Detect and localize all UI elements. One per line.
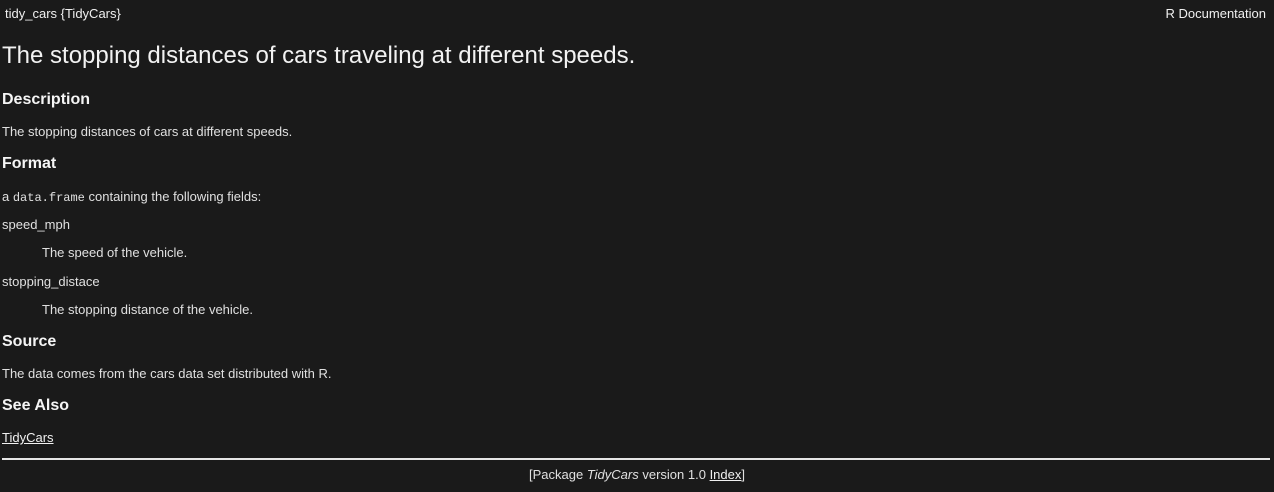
footer-package-prefix: [Package: [528, 467, 584, 482]
index-link[interactable]: Index: [710, 467, 742, 482]
tidycars-link[interactable]: TidyCars: [2, 430, 54, 445]
help-header: tidy_cars {TidyCars} R Documentation: [2, 4, 1272, 22]
r-documentation-label: R Documentation: [1165, 5, 1266, 21]
see-also-list: TidyCars: [2, 430, 54, 446]
field-name-speed: speed_mph: [2, 217, 70, 232]
package-footer: [Package TidyCars version 1.0 Index]: [0, 467, 1274, 483]
source-text: The data comes from the cars data set di…: [2, 366, 332, 381]
description-text: The stopping distances of cars at differ…: [2, 124, 293, 139]
page-title: The stopping distances of cars traveling…: [2, 42, 636, 69]
footer-close-bracket: ]: [741, 467, 745, 482]
format-intro: a data.frame containing the following fi…: [2, 189, 261, 206]
format-heading: Format: [2, 155, 57, 172]
description-heading: Description: [2, 91, 91, 108]
field-name-stopping: stopping_distace: [2, 274, 100, 289]
field-desc-speed: The speed of the vehicle.: [42, 245, 188, 260]
field-desc-stopping: The stopping distance of the vehicle.: [42, 302, 254, 317]
footer-package-name: TidyCars: [586, 467, 639, 482]
footer-divider: [2, 458, 1270, 460]
data-frame-code: data.frame: [12, 191, 85, 205]
source-heading: Source: [2, 333, 57, 350]
format-intro-suffix: containing the following fields:: [88, 189, 262, 204]
see-also-heading: See Also: [2, 397, 69, 414]
r-help-page: tidy_cars {TidyCars} R Documentation The…: [0, 0, 1274, 492]
footer-version: version 1.0: [642, 467, 706, 482]
format-intro-prefix: a: [2, 189, 10, 204]
topic-label: tidy_cars {TidyCars}: [5, 5, 121, 21]
